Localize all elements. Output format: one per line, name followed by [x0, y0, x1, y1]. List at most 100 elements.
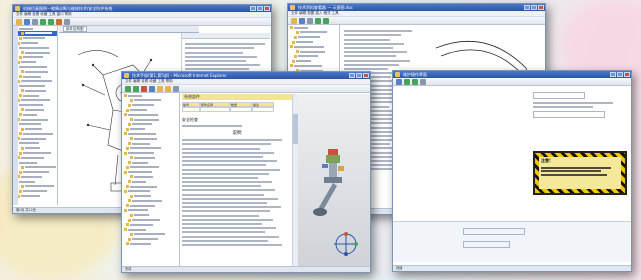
tree-node[interactable]: [15, 79, 57, 83]
tree-node[interactable]: [124, 194, 179, 198]
minimize-button[interactable]: [610, 72, 616, 77]
tree-node[interactable]: [15, 89, 57, 93]
tree-node[interactable]: [15, 141, 57, 145]
tree-node[interactable]: [290, 64, 339, 68]
tree-node[interactable]: [290, 45, 339, 49]
home-icon[interactable]: [157, 86, 163, 92]
tree-node[interactable]: [15, 180, 57, 184]
title-bar[interactable]: 技术资料查看器 — 示意图.doc: [288, 4, 545, 11]
tree-node[interactable]: [15, 160, 57, 165]
zoom-icon[interactable]: [64, 19, 70, 25]
forward-icon[interactable]: [48, 19, 54, 25]
window-tech-manual[interactable]: 技术手册(第1,第5部) - Microsoft Internet Explor…: [121, 71, 371, 273]
tree-node[interactable]: [124, 237, 179, 241]
tree-node[interactable]: [15, 189, 57, 193]
tree-node[interactable]: [15, 113, 57, 117]
tree-node[interactable]: [124, 94, 179, 98]
back-icon[interactable]: [404, 79, 410, 85]
tree-node[interactable]: [15, 137, 57, 141]
tree-node[interactable]: [124, 151, 179, 155]
title-bar[interactable]: 技术手册(第1,第5部) - Microsoft Internet Explor…: [122, 72, 370, 79]
tree-node[interactable]: [124, 98, 179, 102]
tree-node[interactable]: [124, 199, 179, 203]
toolbar[interactable]: [13, 18, 271, 26]
maximize-button[interactable]: [356, 73, 362, 78]
tree-node[interactable]: [124, 113, 179, 117]
back-icon[interactable]: [125, 86, 131, 92]
tree-node[interactable]: [290, 40, 339, 44]
stop-icon[interactable]: [141, 86, 147, 92]
tree-node[interactable]: [124, 108, 179, 112]
maximize-button[interactable]: [617, 72, 623, 77]
tree-node[interactable]: [15, 127, 57, 131]
tree-node[interactable]: [290, 50, 339, 54]
tree-node[interactable]: [15, 151, 57, 155]
tree-node[interactable]: [15, 36, 57, 40]
tree-node[interactable]: [15, 184, 57, 188]
tree-node[interactable]: [15, 51, 57, 55]
print-icon[interactable]: [307, 18, 313, 24]
search-icon[interactable]: [56, 19, 62, 25]
minimize-button[interactable]: [349, 73, 355, 78]
tree-node[interactable]: [124, 208, 179, 212]
tree-node[interactable]: [15, 170, 57, 174]
tree-node[interactable]: [15, 132, 57, 136]
tree-node[interactable]: [15, 165, 57, 169]
save-icon[interactable]: [24, 19, 30, 25]
zoom-in-icon[interactable]: [315, 18, 321, 24]
tree-node[interactable]: [124, 218, 179, 222]
tree-node[interactable]: [290, 30, 339, 34]
tree-node[interactable]: [124, 170, 179, 174]
tree-node[interactable]: [124, 165, 179, 169]
title-bar[interactable]: 维护操作界面: [393, 71, 631, 78]
toolbar[interactable]: [122, 85, 370, 93]
tab-structure[interactable]: 部件结构图: [63, 26, 87, 32]
tree-node[interactable]: [15, 55, 57, 59]
tree-node[interactable]: [290, 59, 339, 63]
tree-node[interactable]: [15, 74, 57, 78]
tree-node[interactable]: [124, 146, 179, 150]
tree-node[interactable]: [124, 204, 179, 208]
tree-node[interactable]: [15, 70, 57, 74]
forward-icon[interactable]: [133, 86, 139, 92]
refresh-icon[interactable]: [149, 86, 155, 92]
tree-node[interactable]: [15, 60, 57, 64]
nav-tree[interactable]: [13, 26, 58, 205]
tree-node[interactable]: [124, 242, 179, 246]
tree-node[interactable]: [15, 46, 57, 50]
tree-node[interactable]: [15, 122, 57, 126]
tree-node[interactable]: [15, 175, 57, 179]
tree-node[interactable]: [15, 31, 57, 36]
tree-node[interactable]: [15, 41, 57, 45]
tree-node[interactable]: [290, 26, 339, 30]
title-bar[interactable]: 机械仿真图例—故障诊断与维修技术/安全防护系统: [13, 5, 271, 12]
zoom-out-icon[interactable]: [323, 18, 329, 24]
tree-node[interactable]: [124, 189, 179, 193]
minimize-button[interactable]: [524, 5, 530, 10]
favorites-icon[interactable]: [165, 86, 171, 92]
save-icon[interactable]: [299, 18, 305, 24]
maximize-button[interactable]: [531, 5, 537, 10]
tree-node[interactable]: [124, 118, 179, 122]
tree-node[interactable]: [15, 146, 57, 150]
close-button[interactable]: [363, 73, 369, 78]
tree-node[interactable]: [124, 184, 179, 189]
tree-node[interactable]: [124, 122, 179, 126]
tree-node[interactable]: [15, 98, 57, 102]
tree-node[interactable]: [15, 84, 57, 88]
minimize-button[interactable]: [250, 6, 256, 11]
forward-icon[interactable]: [412, 79, 418, 85]
tree-node[interactable]: [124, 175, 179, 179]
tree-node[interactable]: [15, 65, 57, 69]
maximize-button[interactable]: [257, 6, 263, 11]
tree-node[interactable]: [15, 27, 57, 31]
print-icon[interactable]: [173, 86, 179, 92]
nav-tree[interactable]: [122, 93, 180, 267]
tree-node[interactable]: [124, 232, 179, 236]
close-button[interactable]: [624, 72, 630, 77]
tree-node[interactable]: [15, 156, 57, 160]
back-icon[interactable]: [40, 19, 46, 25]
tree-node[interactable]: [124, 141, 179, 145]
tree-node[interactable]: [124, 156, 179, 160]
tree-node[interactable]: [124, 227, 179, 232]
